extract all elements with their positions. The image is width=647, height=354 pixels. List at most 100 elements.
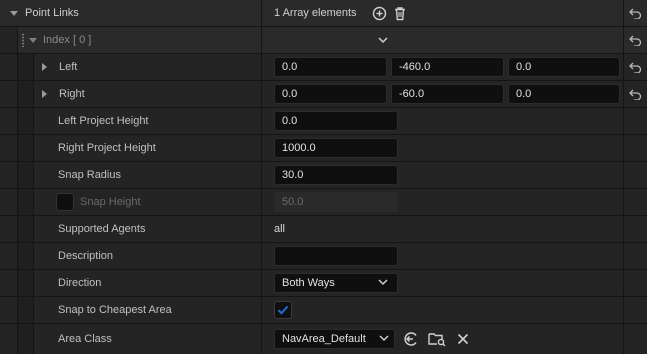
reset-cell-empty [624, 108, 647, 134]
left-row: Left 0.0 -460.0 0.0 [0, 54, 647, 80]
direction-value: Both Ways [262, 270, 623, 296]
reset-left[interactable] [624, 54, 647, 80]
right-name[interactable]: Right [34, 81, 261, 107]
snap-height-value: 50.0 [262, 189, 623, 215]
point-links-header-row: Point Links 1 Array elements [0, 0, 647, 26]
snap-cheapest-label: Snap to Cheapest Area [58, 304, 172, 316]
snap-height-field: 50.0 [274, 192, 398, 212]
snap-radius-label: Snap Radius [58, 169, 121, 181]
left-project-height-field[interactable]: 0.0 [274, 111, 398, 131]
left-y-field[interactable]: -460.0 [391, 57, 504, 77]
area-class-label: Area Class [58, 333, 112, 345]
chevron-down-icon [379, 335, 389, 342]
reset-arrow-icon[interactable] [629, 8, 642, 19]
right-label: Right [59, 88, 85, 100]
reset-arrow-icon[interactable] [629, 89, 642, 100]
reset-index[interactable] [624, 27, 647, 53]
reset-cell-empty [624, 162, 647, 188]
checkmark-icon [277, 305, 289, 315]
direction-selected: Both Ways [282, 277, 335, 289]
reset-cell-empty [624, 216, 647, 242]
reset-cell-empty [624, 270, 647, 296]
expand-chevron-right-icon[interactable] [42, 63, 47, 71]
snap-radius-name: Snap Radius [34, 162, 261, 188]
section-title: Point Links [25, 7, 79, 19]
close-icon[interactable] [457, 333, 469, 345]
plus-circle-icon[interactable] [372, 6, 387, 21]
reset-cell-empty [624, 324, 647, 354]
snap-cheapest-row: Snap to Cheapest Area [0, 297, 647, 323]
right-x-field[interactable]: 0.0 [274, 84, 387, 104]
left-project-height-row: Left Project Height 0.0 [0, 108, 647, 134]
point-links-header[interactable]: Point Links [0, 0, 261, 26]
right-y-field[interactable]: -60.0 [391, 84, 504, 104]
snap-cheapest-name: Snap to Cheapest Area [34, 297, 261, 323]
chevron-down-icon [378, 279, 388, 286]
left-x-field[interactable]: 0.0 [274, 57, 387, 77]
snap-height-name: Snap Height [34, 189, 261, 215]
supported-agents-name: Supported Agents [34, 216, 261, 242]
reset-cell-empty [624, 135, 647, 161]
direction-dropdown[interactable]: Both Ways [274, 273, 398, 293]
index-label: Index [ 0 ] [43, 34, 92, 46]
trash-icon[interactable] [393, 6, 407, 21]
chevron-down-icon[interactable] [378, 36, 388, 44]
direction-label: Direction [58, 277, 102, 289]
area-class-value: NavArea_Default [262, 324, 623, 354]
right-z-field[interactable]: 0.0 [508, 84, 620, 104]
drag-handle-icon[interactable] [21, 33, 25, 47]
right-project-height-name: Right Project Height [34, 135, 261, 161]
reset-right[interactable] [624, 81, 647, 107]
supported-agents-text: all [274, 223, 286, 235]
area-class-dropdown[interactable]: NavArea_Default [274, 329, 395, 349]
right-project-height-label: Right Project Height [58, 142, 156, 154]
left-name[interactable]: Left [34, 54, 261, 80]
snap-height-row: Snap Height 50.0 [0, 189, 647, 215]
reset-arrow-icon[interactable] [629, 35, 642, 46]
snap-cheapest-checkbox[interactable] [274, 301, 292, 319]
supported-agents-label: Supported Agents [58, 223, 146, 235]
reset-point-links[interactable] [624, 0, 647, 26]
reset-cell-empty [624, 189, 647, 215]
folder-search-icon[interactable] [428, 331, 446, 347]
expand-chevron-right-icon[interactable] [42, 90, 47, 98]
snap-radius-field[interactable]: 30.0 [274, 165, 398, 185]
index-header[interactable]: Index [ 0 ] [18, 27, 261, 53]
description-label: Description [58, 250, 114, 262]
description-name: Description [34, 243, 261, 269]
right-row: Right 0.0 -60.0 0.0 [0, 81, 647, 107]
reset-arrow-icon[interactable] [629, 62, 642, 73]
description-field[interactable] [274, 246, 398, 266]
array-info-cell: 1 Array elements [262, 0, 623, 26]
right-value: 0.0 -60.0 0.0 [262, 81, 623, 107]
area-class-row: Area Class NavArea_Default [0, 324, 647, 354]
area-class-name: Area Class [34, 324, 261, 354]
snap-height-label: Snap Height [80, 196, 141, 208]
array-count: 1 Array elements [274, 7, 357, 19]
left-project-height-label: Left Project Height [58, 115, 149, 127]
snap-cheapest-value [262, 297, 623, 323]
right-project-height-row: Right Project Height 1000.0 [0, 135, 647, 161]
left-project-height-value: 0.0 [262, 108, 623, 134]
area-class-selected: NavArea_Default [282, 333, 366, 345]
index-options-cell[interactable] [262, 27, 623, 53]
direction-name: Direction [34, 270, 261, 296]
right-project-height-value: 1000.0 [262, 135, 623, 161]
left-z-field[interactable]: 0.0 [508, 57, 620, 77]
snap-height-override-checkbox[interactable] [56, 193, 74, 211]
reset-cell-empty [624, 297, 647, 323]
right-project-height-field[interactable]: 1000.0 [274, 138, 398, 158]
left-label: Left [59, 61, 78, 73]
supported-agents-value: all [262, 216, 623, 242]
direction-row: Direction Both Ways [0, 270, 647, 296]
description-value [262, 243, 623, 269]
supported-agents-row: Supported Agents all [0, 216, 647, 242]
snap-radius-value: 30.0 [262, 162, 623, 188]
arrow-left-circle-icon[interactable] [403, 331, 419, 347]
expand-chevron-down-icon[interactable] [10, 10, 18, 16]
snap-radius-row: Snap Radius 30.0 [0, 162, 647, 188]
index-row: Index [ 0 ] [0, 27, 647, 53]
reset-cell-empty [624, 243, 647, 269]
left-value: 0.0 -460.0 0.0 [262, 54, 623, 80]
expand-chevron-down-icon[interactable] [29, 37, 37, 43]
